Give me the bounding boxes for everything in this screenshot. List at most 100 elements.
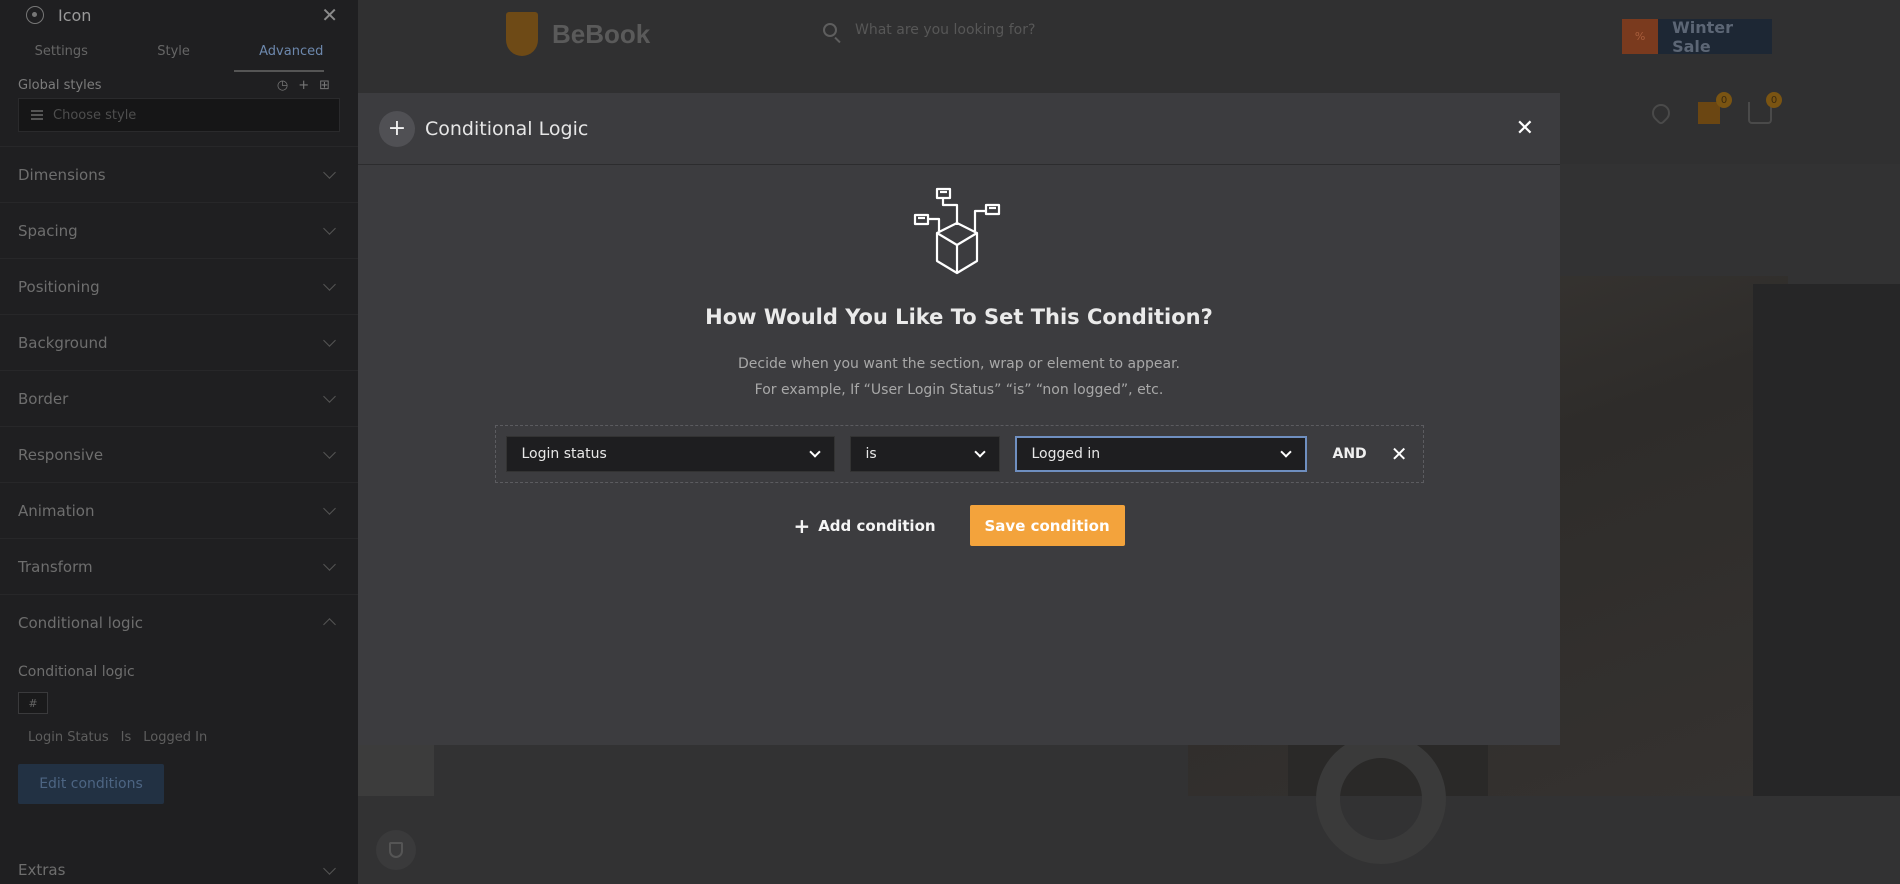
conditional-logic-block: Conditional logic # Login Status Is Logg…: [0, 650, 358, 804]
logo-text: BeBook: [552, 18, 651, 49]
section-label: Positioning: [18, 277, 100, 296]
section-label: Extras: [18, 861, 66, 879]
site-header: BeBook What are you looking for? % Winte…: [358, 0, 1900, 72]
wishlist-count: 0: [1716, 92, 1732, 108]
condition-summary: Login Status Is Logged In: [18, 724, 340, 750]
basket-icon[interactable]: 0: [1748, 92, 1782, 124]
section-positioning[interactable]: Positioning: [0, 258, 358, 314]
promo-banner[interactable]: % Winter Sale: [1622, 18, 1772, 56]
promo-tag: %: [1622, 19, 1659, 54]
hero-image-side: [1753, 284, 1900, 796]
edit-conditions-button[interactable]: Edit conditions: [18, 764, 164, 804]
chevron-down-icon: [323, 334, 336, 347]
privacy-shield-button[interactable]: [376, 830, 416, 870]
modal-body: How Would You Like To Set This Condition…: [358, 165, 1560, 546]
chevron-down-icon: [323, 222, 336, 235]
condition-operator-select[interactable]: is: [849, 436, 1000, 472]
wishlist-icon[interactable]: [1648, 100, 1674, 126]
global-styles-tools[interactable]: ◷+⊞: [277, 78, 340, 93]
global-styles-select[interactable]: Choose style: [18, 98, 340, 132]
chevron-down-icon: [1279, 446, 1292, 458]
search-icon: [823, 23, 837, 37]
global-styles-label: Global styles: [18, 77, 102, 93]
chevron-down-icon: [323, 278, 336, 291]
tab-settings[interactable]: Settings: [35, 44, 88, 59]
section-label: Dimensions: [18, 165, 106, 184]
chevron-down-icon: [973, 446, 986, 458]
plus-icon: +: [793, 513, 811, 538]
condition-row: Login status is Logged in AND ✕: [494, 425, 1424, 483]
global-styles-placeholder: Choose style: [53, 107, 137, 123]
conditional-logic-modal: + Conditional Logic ✕ How Would You Like…: [358, 93, 1560, 745]
section-label: Background: [18, 333, 108, 352]
section-spacing[interactable]: Spacing: [0, 202, 358, 258]
search-placeholder: What are you looking for?: [855, 22, 1036, 38]
conditional-logic-label: Conditional logic: [18, 664, 135, 680]
add-condition-button[interactable]: + Add condition: [793, 514, 935, 538]
panel-header: Icon ✕: [0, 0, 358, 30]
close-icon[interactable]: ✕: [321, 3, 338, 27]
round-badge: [1316, 734, 1446, 864]
panel-tabs: Settings Style Advanced: [0, 30, 358, 72]
active-tab-indicator: [234, 70, 324, 72]
remove-condition-icon[interactable]: ✕: [1391, 442, 1408, 466]
summary-field: Login Status: [28, 729, 109, 745]
cart-count: 0: [1766, 92, 1782, 108]
modal-actions: + Add condition Save condition: [793, 505, 1125, 546]
chevron-up-icon: [323, 618, 336, 631]
chevron-down-icon: [323, 166, 336, 179]
modal-heading: How Would You Like To Set This Condition…: [705, 305, 1213, 329]
section-animation[interactable]: Animation: [0, 482, 358, 538]
section-border[interactable]: Border: [0, 370, 358, 426]
section-transform[interactable]: Transform: [0, 538, 358, 594]
condition-joiner[interactable]: AND: [1333, 446, 1367, 462]
section-label: Spacing: [18, 221, 78, 240]
shield-icon: [389, 842, 403, 858]
section-label: Border: [18, 389, 69, 408]
modal-description: Decide when you want the section, wrap o…: [738, 351, 1180, 403]
hero-thumbnail: [358, 744, 434, 796]
condition-value-select[interactable]: Logged in: [1014, 436, 1307, 472]
condition-field-value: Login status: [521, 446, 607, 462]
chevron-down-icon: [323, 446, 336, 459]
compare-icon[interactable]: 0: [1698, 92, 1732, 124]
section-label: Responsive: [18, 445, 104, 464]
conditions-illustration-icon: [913, 187, 1001, 275]
logo-icon: [506, 12, 538, 56]
tab-style[interactable]: Style: [157, 44, 190, 59]
modal-title: Conditional Logic: [425, 117, 589, 140]
section-label: Animation: [18, 501, 95, 520]
add-icon[interactable]: +: [379, 110, 415, 147]
add-condition-label: Add condition: [818, 516, 936, 535]
site-search[interactable]: What are you looking for?: [823, 22, 1035, 38]
chevron-down-icon: [323, 558, 336, 571]
modal-header: + Conditional Logic ✕: [358, 93, 1560, 165]
panel-title: Icon: [58, 5, 92, 25]
description-line-1: Decide when you want the section, wrap o…: [738, 356, 1180, 372]
chevron-down-icon: [323, 390, 336, 403]
element-icon: [26, 6, 44, 24]
section-extras[interactable]: Extras: [0, 842, 358, 884]
header-icons: 0 0: [1648, 92, 1782, 126]
section-conditional-logic[interactable]: Conditional logic: [0, 594, 358, 650]
section-label: Conditional logic: [18, 613, 143, 632]
section-dimensions[interactable]: Dimensions: [0, 146, 358, 202]
condition-value-value: Logged in: [1031, 446, 1101, 462]
description-line-2: For example, If “User Login Status” “is”…: [754, 382, 1164, 398]
chevron-down-icon: [323, 861, 336, 875]
list-icon: [31, 110, 43, 120]
editor-panel: Icon ✕ Settings Style Advanced Global st…: [0, 0, 358, 884]
tab-advanced[interactable]: Advanced: [259, 44, 323, 59]
section-responsive[interactable]: Responsive: [0, 426, 358, 482]
summary-operator: Is: [120, 729, 132, 745]
condition-field-select[interactable]: Login status: [505, 436, 835, 472]
toggle-button[interactable]: #: [18, 692, 48, 714]
section-background[interactable]: Background: [0, 314, 358, 370]
chevron-down-icon: [808, 446, 821, 458]
site-logo[interactable]: BeBook: [506, 12, 650, 56]
save-condition-button[interactable]: Save condition: [969, 505, 1125, 546]
condition-operator-value: is: [865, 446, 877, 462]
chevron-down-icon: [323, 502, 336, 515]
close-modal-icon[interactable]: ✕: [1516, 116, 1534, 141]
global-styles-row: Global styles ◷+⊞: [0, 72, 358, 98]
